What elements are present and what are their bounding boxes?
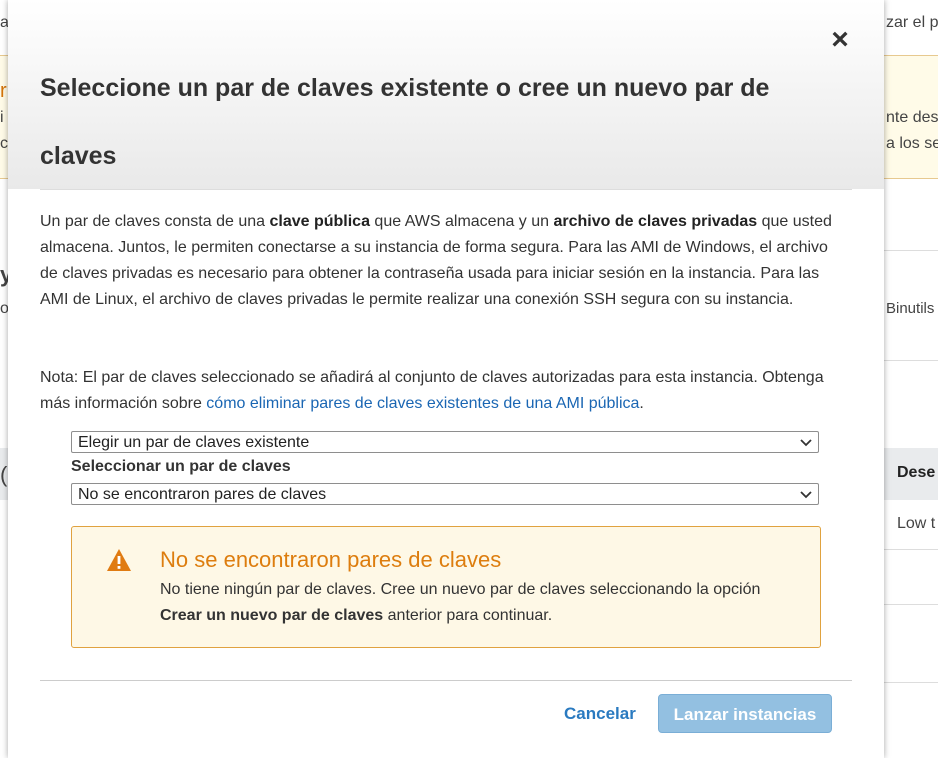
description-bold-private-key-file: archivo de claves privadas bbox=[553, 213, 758, 230]
alert-bold-create-keypair: Crear un nuevo par de claves bbox=[160, 607, 384, 624]
background-text: nte dese bbox=[886, 109, 938, 126]
alert-message: No tiene ningún par de claves. Cree un n… bbox=[160, 577, 800, 629]
background-text: c bbox=[0, 135, 8, 152]
background-text: oc bbox=[0, 300, 8, 317]
chevron-down-icon bbox=[800, 484, 812, 513]
keypair-option-select[interactable]: Elegir un par de claves existente bbox=[71, 431, 819, 453]
header-divider bbox=[40, 189, 852, 190]
keypair-select[interactable]: No se encontraron pares de claves bbox=[71, 483, 819, 505]
close-icon[interactable]: × bbox=[826, 25, 854, 55]
background-text: y bbox=[0, 262, 8, 287]
dialog-description: Un par de claves consta de una clave púb… bbox=[40, 209, 840, 313]
background-text: a bbox=[0, 14, 8, 31]
warning-icon bbox=[106, 548, 132, 572]
dialog-title: Seleccione un par de claves existente o … bbox=[40, 74, 770, 170]
background-text: ( bbox=[0, 462, 8, 487]
description-text: Un par de claves consta de una bbox=[40, 213, 270, 230]
note-end: . bbox=[639, 395, 644, 412]
keypair-select-label: Seleccionar un par de claves bbox=[71, 458, 291, 475]
background-text: i bbox=[0, 109, 4, 126]
description-text: que AWS almacena y un bbox=[369, 213, 554, 230]
alert-title: No se encontraron pares de claves bbox=[160, 547, 502, 572]
footer-divider bbox=[40, 680, 852, 681]
background-column-header: Dese bbox=[897, 464, 936, 481]
background-text: r bbox=[0, 80, 7, 102]
background-text: zar el pr bbox=[886, 14, 938, 31]
dialog-note: Nota: El par de claves seleccionado se a… bbox=[40, 365, 840, 417]
remove-keypairs-link[interactable]: cómo eliminar pares de claves existentes… bbox=[206, 395, 639, 412]
launch-instances-button[interactable]: Lanzar instancias bbox=[658, 694, 832, 733]
dialog-header: Seleccione un par de claves existente o … bbox=[8, 0, 884, 189]
keypair-select-value: No se encontraron pares de claves bbox=[78, 486, 327, 503]
description-bold-public-key: clave pública bbox=[269, 213, 370, 230]
background-divider bbox=[884, 604, 938, 605]
no-keypairs-alert: No se encontraron pares de claves No tie… bbox=[71, 526, 821, 648]
background-divider bbox=[884, 549, 938, 550]
background-divider bbox=[884, 250, 938, 251]
background-divider bbox=[884, 682, 938, 683]
background-text: a los se bbox=[886, 135, 938, 152]
background-text: Binutils bbox=[886, 300, 935, 317]
chevron-down-icon bbox=[800, 432, 812, 461]
background-cell: Low t bbox=[897, 515, 936, 532]
background-divider bbox=[884, 360, 938, 361]
keypair-option-value: Elegir un par de claves existente bbox=[78, 434, 310, 451]
key-pair-dialog: Seleccione un par de claves existente o … bbox=[8, 0, 884, 758]
alert-text: No tiene ningún par de claves. Cree un n… bbox=[160, 581, 761, 598]
cancel-button[interactable]: Cancelar bbox=[564, 704, 636, 724]
alert-text: anterior para continuar. bbox=[383, 607, 553, 624]
